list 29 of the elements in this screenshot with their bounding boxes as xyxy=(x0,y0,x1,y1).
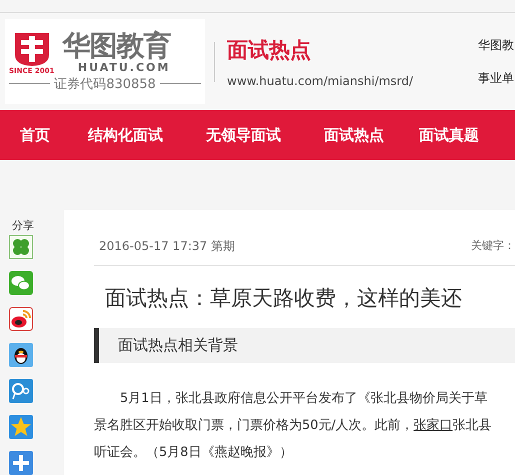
paragraph-line: 景名胜区开始收取门票，门票价格为50元/人次。此前，张家口张北县 xyxy=(94,417,493,435)
nav-link[interactable]: 结构化面试 xyxy=(88,126,163,144)
article-title: 面试热点：草原天路收费，这样的美还 xyxy=(105,285,463,312)
channel-title: 面试热点 xyxy=(227,36,312,64)
shield-icon xyxy=(12,30,51,66)
text-link[interactable]: 张家口 xyxy=(414,418,453,433)
circle-magnifier-icon[interactable] xyxy=(9,379,33,403)
share-label: 分享 xyxy=(12,218,34,233)
paragraph-line: 听证会。（5月8日《燕赵晚报》） xyxy=(94,444,294,462)
brand-domain: HUATU.COM xyxy=(78,61,170,74)
clover-icon[interactable] xyxy=(9,235,33,259)
plus-icon[interactable] xyxy=(9,451,33,475)
top-link[interactable]: 事业单 xyxy=(478,70,514,86)
channel-url: www.huatu.com/mianshi/msrd/ xyxy=(227,74,414,88)
weibo-icon[interactable] xyxy=(9,307,33,331)
nav-link[interactable]: 首页 xyxy=(20,126,50,144)
stock-code: 证券代码830858 xyxy=(54,76,156,92)
section-heading: 面试热点相关背景 xyxy=(94,328,515,363)
top-link[interactable]: 华图教 xyxy=(478,36,514,54)
brand-name: 华图教育 xyxy=(62,31,170,61)
nav-link[interactable]: 面试真题 xyxy=(419,126,479,144)
paragraph-line: 5月1日，张北县政府信息公开平台发布了《张北县物价局关于草 xyxy=(119,390,488,408)
publish-date: 2016-05-17 17:37 第期 xyxy=(99,238,235,255)
keywords-label: 关键字： xyxy=(471,238,515,254)
nav-link[interactable]: 无领导面试 xyxy=(206,126,281,144)
nav-link[interactable]: 面试热点 xyxy=(324,126,384,144)
chat-bubbles-icon[interactable] xyxy=(9,271,33,295)
star-icon[interactable] xyxy=(9,415,33,439)
penguin-icon[interactable] xyxy=(9,343,33,367)
